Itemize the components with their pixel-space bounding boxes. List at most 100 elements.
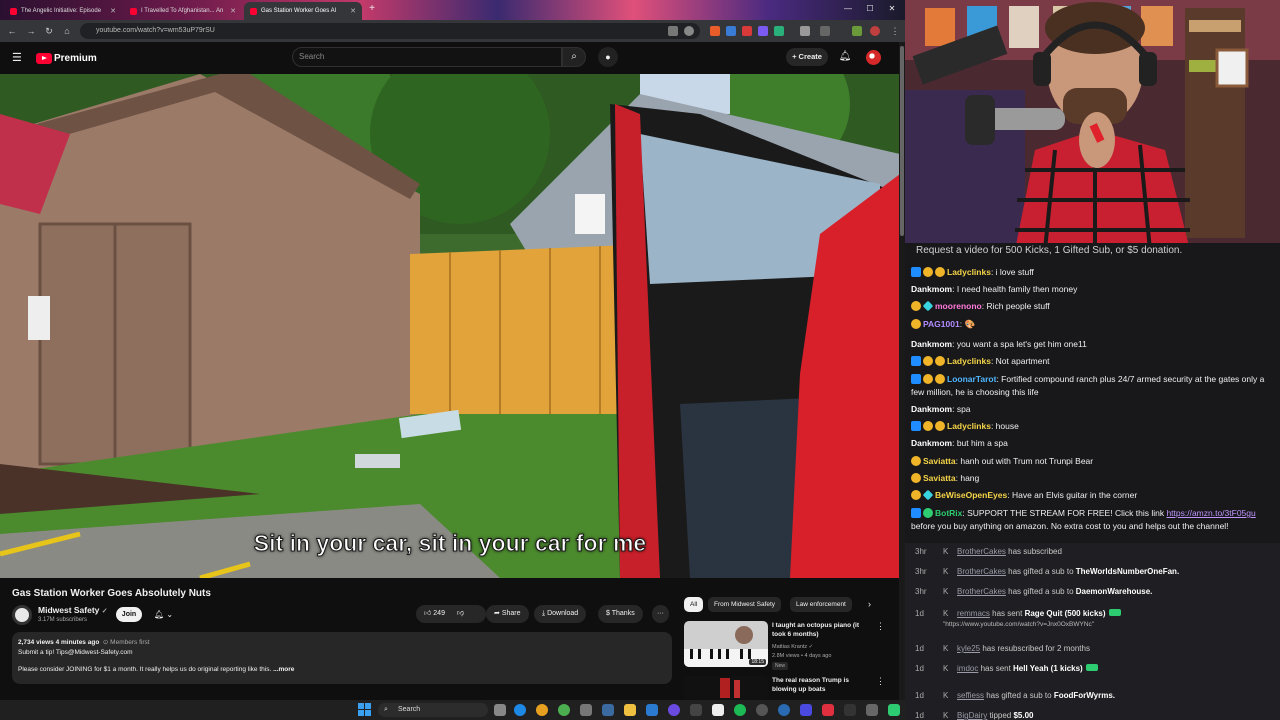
close-tab-icon[interactable]: ✕ [226, 7, 236, 15]
thanks-button[interactable]: $ Thanks [598, 605, 643, 623]
app-icon[interactable] [778, 704, 790, 716]
chat-username[interactable]: Dankmom [911, 339, 952, 349]
chip-from-channel[interactable]: From Midwest Safety [708, 597, 782, 612]
event-username[interactable]: BrotherCakes [957, 547, 1006, 556]
close-tab-icon[interactable]: ✕ [106, 7, 116, 15]
event-username[interactable]: imdoc [957, 664, 978, 673]
cast-icon[interactable] [668, 26, 678, 36]
event-username[interactable]: seffiess [957, 691, 984, 700]
file-explorer-icon[interactable] [624, 704, 636, 716]
create-button[interactable]: + Create [786, 48, 828, 66]
extension-icon[interactable] [774, 26, 784, 36]
chat-username[interactable]: Ladyclinks [947, 356, 991, 366]
chat-username[interactable]: BotRix [935, 508, 962, 518]
extension-icon[interactable] [710, 26, 720, 36]
back-icon[interactable]: ← [5, 24, 19, 38]
tab-afghanistan[interactable]: I Travelled To Afghanistan... An ✕ [124, 2, 242, 20]
show-more-link[interactable]: ...more [273, 666, 294, 673]
app-icon[interactable] [844, 704, 856, 716]
sidebar-icon[interactable] [820, 26, 830, 36]
new-tab-button[interactable]: + [366, 3, 378, 15]
app-icon[interactable] [602, 704, 614, 716]
chat-username[interactable]: Ladyclinks [947, 267, 991, 277]
chrome-profile-icon[interactable] [558, 704, 570, 716]
profile-avatar-icon[interactable] [870, 26, 880, 36]
chat-username[interactable]: PAG1001 [923, 319, 960, 329]
extension-icon[interactable] [852, 26, 862, 36]
video-player[interactable]: Sit in your car, sit in your car for me [0, 74, 900, 578]
extensions-puzzle-icon[interactable] [800, 26, 810, 36]
event-username[interactable]: kyle25 [957, 644, 980, 653]
tab-angelic[interactable]: The Angelic Initiative: Episode ✕ [4, 2, 122, 20]
chat-username[interactable]: Saviatta [923, 456, 956, 466]
home-icon[interactable]: ⌂ [60, 24, 74, 38]
more-options-icon[interactable]: ⋮ [876, 676, 885, 687]
event-username[interactable]: BrotherCakes [957, 567, 1006, 576]
voice-search-button[interactable]: ● [598, 47, 618, 67]
share-button[interactable]: ➦ Share [486, 605, 529, 623]
close-tab-icon[interactable]: ✕ [346, 7, 356, 15]
app-icon[interactable] [712, 704, 724, 716]
menu-dots-icon[interactable]: ⋮ [888, 24, 902, 38]
recommendation-title[interactable]: The real reason Trump is blowing up boat… [772, 676, 872, 694]
chevron-right-icon[interactable]: › [868, 597, 880, 612]
tab-gas-station[interactable]: Gas Station Worker Goes Al ✕ [244, 2, 362, 20]
chat-username[interactable]: Saviatta [923, 473, 956, 483]
video-thumbnail[interactable] [684, 676, 768, 700]
event-username[interactable]: BigDairy [957, 711, 987, 720]
subscribed-bell-button[interactable]: 🔔︎ ⌄ [150, 607, 182, 622]
recommendation-channel[interactable]: Mattias Krantz ✓ [772, 644, 813, 650]
join-button[interactable]: Join [116, 607, 142, 622]
video-thumbnail[interactable]: 18:15 [684, 621, 768, 667]
channel-avatar[interactable] [12, 605, 32, 625]
event-username[interactable]: remmacs [957, 609, 990, 618]
app-icon[interactable] [822, 704, 834, 716]
search-input[interactable]: Search [292, 47, 562, 67]
hamburger-menu-icon[interactable]: ☰ [12, 52, 24, 64]
extension-icon[interactable] [758, 26, 768, 36]
minimize-button[interactable]: — [840, 2, 856, 16]
search-button[interactable]: ⌕ [562, 47, 586, 67]
spotify-icon[interactable] [734, 704, 746, 716]
task-view-icon[interactable] [494, 704, 506, 716]
description-box[interactable]: 2,734 views 4 minutes ago ⊙ Members firs… [12, 632, 672, 684]
chip-law-enforcement[interactable]: Law enforcement [790, 597, 852, 612]
app-icon[interactable] [580, 704, 592, 716]
recommended-video[interactable]: The real reason Trump is blowing up boat… [684, 676, 894, 700]
notifications-bell-icon[interactable]: 🔔︎ [838, 50, 852, 64]
taskbar-search[interactable]: ⌕ Search [378, 703, 488, 717]
close-window-button[interactable]: ✕ [884, 2, 900, 16]
more-options-icon[interactable]: ⋮ [876, 621, 885, 632]
url-bar[interactable]: youtube.com/watch?v=wm53uP79rSU [80, 23, 700, 39]
forward-icon[interactable]: → [24, 24, 38, 38]
event-username[interactable]: BrotherCakes [957, 587, 1006, 596]
chat-username[interactable]: LoonarTarot [947, 374, 996, 384]
app-icon[interactable] [800, 704, 812, 716]
app-icon[interactable] [756, 704, 768, 716]
bookmark-star-icon[interactable] [684, 26, 694, 36]
recommended-video[interactable]: 18:15 I taught an octopus piano (it took… [684, 621, 894, 670]
extension-icon[interactable] [726, 26, 736, 36]
chat-username[interactable]: BeWiseOpenEyes [935, 490, 1007, 500]
reload-icon[interactable]: ↻ [42, 24, 56, 38]
app-icon[interactable] [646, 704, 658, 716]
download-button[interactable]: ⤓ Download [534, 605, 587, 623]
app-icon[interactable] [866, 704, 878, 716]
recommendation-title[interactable]: I taught an octopus piano (it took 6 mon… [772, 621, 872, 639]
chat-username[interactable]: Dankmom [911, 438, 952, 448]
dislike-button[interactable]: 👎︎ [457, 610, 464, 617]
chat-link[interactable]: https://amzn.to/3tF05gu [1166, 508, 1255, 518]
chip-all[interactable]: All [684, 597, 704, 612]
chrome-icon[interactable] [536, 704, 548, 716]
channel-name[interactable]: Midwest Safety ✓ [38, 605, 108, 615]
youtube-logo[interactable]: Premium [36, 51, 97, 65]
chat-username[interactable]: moorenono [935, 301, 982, 311]
app-icon[interactable] [690, 704, 702, 716]
chat-username[interactable]: Ladyclinks [947, 421, 991, 431]
kick-icon[interactable] [888, 704, 900, 716]
app-icon[interactable] [668, 704, 680, 716]
chat-username[interactable]: Dankmom [911, 404, 952, 414]
more-actions-button[interactable]: ··· [652, 605, 669, 623]
extension-icon[interactable] [742, 26, 752, 36]
account-avatar[interactable] [866, 50, 881, 65]
